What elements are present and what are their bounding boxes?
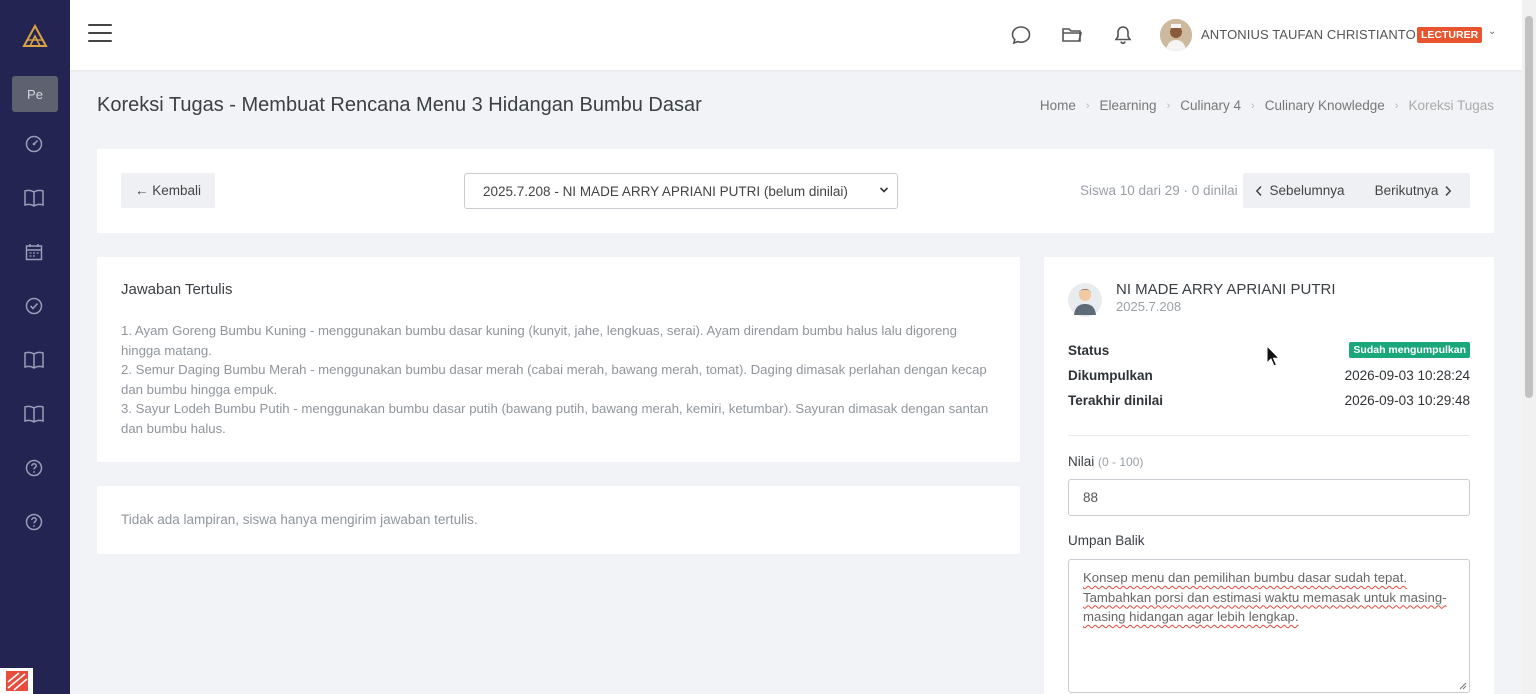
attachment-note: Tidak ada lampiran, siswa hanya mengirim… (121, 512, 478, 527)
mouse-cursor-icon (1266, 345, 1281, 367)
feedback-label: Umpan Balik (1068, 533, 1145, 548)
student-select-value: 2025.7.208 - NI MADE ARRY APRIANI PUTRI … (483, 183, 848, 199)
sidebar-item-tasks[interactable] (23, 295, 45, 317)
book-icon (24, 189, 44, 207)
chevron-down-icon[interactable]: ⌄ (1488, 26, 1496, 37)
answer-line: 3. Sayur Lodeh Bumbu Putih - menggunakan… (121, 401, 989, 436)
back-button-label: ← Kembali (134, 183, 202, 198)
book-icon (24, 351, 44, 369)
divider (1068, 435, 1470, 436)
sidebar-item-book-3[interactable] (23, 403, 45, 425)
submitted-label: Dikumpulkan (1068, 368, 1153, 383)
sidebar-item-dashboard[interactable] (23, 133, 45, 155)
score-input-value: 88 (1083, 490, 1099, 505)
top-header: ANTONIUS TAUFAN CHRISTIANTO LECTURER ⌄ (70, 0, 1522, 70)
answer-line: 1. Ayam Goreng Bumbu Kuning - menggunaka… (121, 323, 957, 358)
student-progress-info: Siswa 10 dari 29 · 0 dinilai (1080, 183, 1238, 198)
attachment-card: Tidak ada lampiran, siswa hanya mengirim… (97, 486, 1020, 554)
student-nav-card: ← Kembali 2025.7.208 - NI MADE ARRY APRI… (97, 149, 1494, 233)
help-icon (25, 513, 43, 531)
sidebar-item-book-1[interactable] (23, 187, 45, 209)
student-name: NI MADE ARRY APRIANI PUTRI (1116, 281, 1336, 298)
page-title: Koreksi Tugas - Membuat Rencana Menu 3 H… (97, 94, 702, 116)
answer-line: 2. Semur Daging Bumbu Merah - menggunaka… (121, 362, 987, 397)
bell-icon[interactable] (1112, 24, 1134, 46)
status-label: Status (1068, 343, 1110, 358)
last-graded-label: Terakhir dinilai (1068, 393, 1164, 408)
breadcrumb-current: Koreksi Tugas (1408, 98, 1494, 113)
breadcrumb-culinary-knowledge[interactable]: Culinary Knowledge (1265, 98, 1385, 115)
app-logo-icon (5, 671, 28, 691)
status-badge: Sudah mengumpulkan (1349, 342, 1470, 358)
score-label: Nilai (0 - 100) (1068, 454, 1143, 469)
menu-toggle-icon[interactable] (88, 24, 112, 46)
sidebar-bottom-widget[interactable] (0, 668, 33, 694)
answer-card-title: Jawaban Tertulis (121, 281, 233, 298)
student-pager: Sebelumnya Berikutnya (1243, 173, 1470, 208)
dashboard-icon (25, 135, 43, 153)
grading-panel: NI MADE ARRY APRIANI PUTRI 2025.7.208 St… (1044, 257, 1494, 694)
role-badge: LECTURER (1417, 27, 1483, 43)
previous-button-label: Sebelumnya (1269, 183, 1345, 198)
page-scrollbar[interactable] (1522, 0, 1536, 694)
score-label-text: Nilai (1068, 454, 1095, 469)
chevron-down-icon (879, 187, 889, 193)
folder-icon[interactable] (1061, 24, 1083, 46)
student-id: 2025.7.208 (1116, 299, 1182, 314)
sidebar-item-help-1[interactable] (23, 457, 45, 479)
sidebar-item-book-2[interactable] (23, 349, 45, 371)
calendar-icon (25, 244, 43, 261)
answer-text: 1. Ayam Goreng Bumbu Kuning - menggunaka… (121, 321, 997, 438)
resize-handle-icon[interactable] (1459, 682, 1467, 690)
chevron-left-icon (1256, 185, 1263, 196)
breadcrumb-home[interactable]: Home (1040, 98, 1076, 115)
brand-logo-icon[interactable] (22, 24, 48, 48)
feedback-text: Konsep menu dan pemilihan bumbu dasar su… (1083, 570, 1447, 624)
sidebar-item-calendar[interactable] (23, 241, 45, 263)
breadcrumb: Home › Elearning › Culinary 4 › Culinary Kn… (1039, 98, 1494, 115)
chevron-right-icon (1445, 185, 1452, 196)
chat-icon[interactable] (1010, 24, 1032, 46)
sidebar-item-help-2[interactable] (23, 511, 45, 533)
book-icon (24, 405, 44, 423)
score-input[interactable]: 88 (1068, 479, 1470, 516)
back-button[interactable]: ← Kembali (121, 173, 215, 208)
submitted-value: 2026-09-03 10:28:24 (1344, 368, 1470, 383)
last-graded-value: 2026-09-03 10:29:48 (1344, 393, 1470, 408)
breadcrumb-culinary-4[interactable]: Culinary 4 (1180, 98, 1241, 115)
student-select[interactable]: 2025.7.208 - NI MADE ARRY APRIANI PUTRI … (464, 173, 898, 209)
previous-button[interactable]: Sebelumnya (1243, 173, 1357, 208)
student-avatar-icon (1068, 283, 1102, 317)
user-name[interactable]: ANTONIUS TAUFAN CHRISTIANTO (1201, 27, 1416, 42)
next-button[interactable]: Berikutnya (1357, 173, 1470, 208)
feedback-textarea[interactable]: Konsep menu dan pemilihan bumbu dasar su… (1068, 559, 1470, 693)
written-answer-card: Jawaban Tertulis 1. Ayam Goreng Bumbu Ku… (97, 257, 1020, 462)
help-icon (25, 459, 43, 477)
scrollbar-thumb[interactable] (1525, 16, 1533, 398)
sidebar: Pe (0, 0, 70, 694)
score-range-hint: (0 - 100) (1098, 455, 1144, 469)
sidebar-item-pe[interactable]: Pe (12, 76, 58, 112)
check-circle-icon (25, 297, 43, 315)
sidebar-pe-label: Pe (27, 86, 43, 102)
breadcrumb-elearning[interactable]: Elearning (1100, 98, 1157, 115)
next-button-label: Berikutnya (1374, 183, 1439, 198)
user-avatar[interactable] (1160, 19, 1192, 51)
